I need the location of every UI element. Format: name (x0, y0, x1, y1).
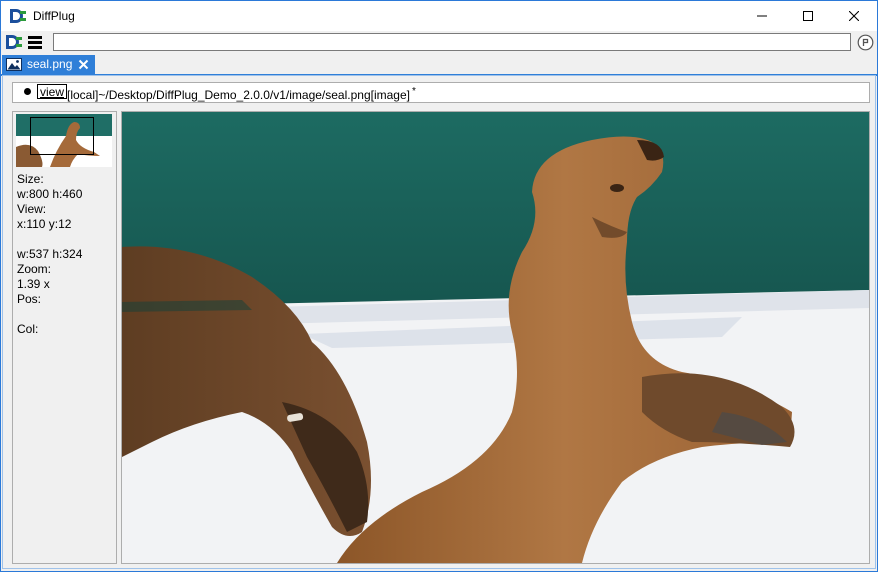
hamburger-menu-icon[interactable] (27, 35, 43, 50)
maximize-icon (803, 11, 813, 21)
image-viewport[interactable] (121, 111, 870, 564)
view-position: x:110 y:12 (17, 217, 72, 231)
zoom-label: Zoom: (17, 262, 52, 276)
command-input[interactable] (53, 33, 851, 51)
view-dimensions: w:537 h:324 (17, 247, 83, 261)
tab-label: seal.png (27, 57, 73, 71)
image-icon (6, 58, 22, 71)
seal-image (122, 112, 869, 563)
toolbar (1, 31, 877, 55)
info-lines: Size: w:800 h:460 View: x:110 y:12 w:537… (17, 172, 82, 352)
size-value: w:800 h:460 (17, 187, 83, 201)
tab-seal-png[interactable]: seal.png (2, 55, 95, 74)
view-label: View: (17, 202, 47, 216)
pos-label: Pos: (17, 292, 42, 306)
diffplug-logo-icon (10, 9, 26, 23)
file-path: [local]~/Desktop/DiffPlug_Demo_2.0.0/v1/… (67, 86, 416, 102)
view-rectangle[interactable] (30, 117, 94, 155)
tab-strip: seal.png (1, 55, 877, 76)
close-tab-icon[interactable] (78, 59, 89, 70)
image-info-panel: Size: w:800 h:460 View: x:110 y:12 w:537… (12, 111, 117, 564)
editor-content: view [local]~/Desktop/DiffPlug_Demo_2.0.… (2, 75, 876, 569)
navigator-thumbnail[interactable] (16, 114, 112, 167)
zoom-value: 1.39 x (17, 277, 50, 291)
size-label: Size: (17, 172, 44, 186)
title-bar[interactable]: DiffPlug (1, 1, 877, 31)
pos-value (17, 307, 82, 322)
minimize-icon (757, 15, 767, 17)
app-window: DiffPlug seal.png view [local]~/Desktop/… (0, 0, 878, 572)
minimize-button[interactable] (739, 1, 785, 31)
close-button[interactable] (831, 1, 877, 31)
dot-icon (24, 88, 31, 95)
view-link[interactable]: view (37, 84, 68, 99)
close-icon (849, 11, 859, 21)
col-value (17, 337, 82, 352)
col-label: Col: (17, 322, 39, 336)
diffplug-logo-icon[interactable] (5, 34, 23, 50)
maximize-button[interactable] (785, 1, 831, 31)
go-icon[interactable] (857, 34, 874, 51)
window-title: DiffPlug (33, 9, 75, 23)
path-bar: view [local]~/Desktop/DiffPlug_Demo_2.0.… (12, 82, 870, 103)
